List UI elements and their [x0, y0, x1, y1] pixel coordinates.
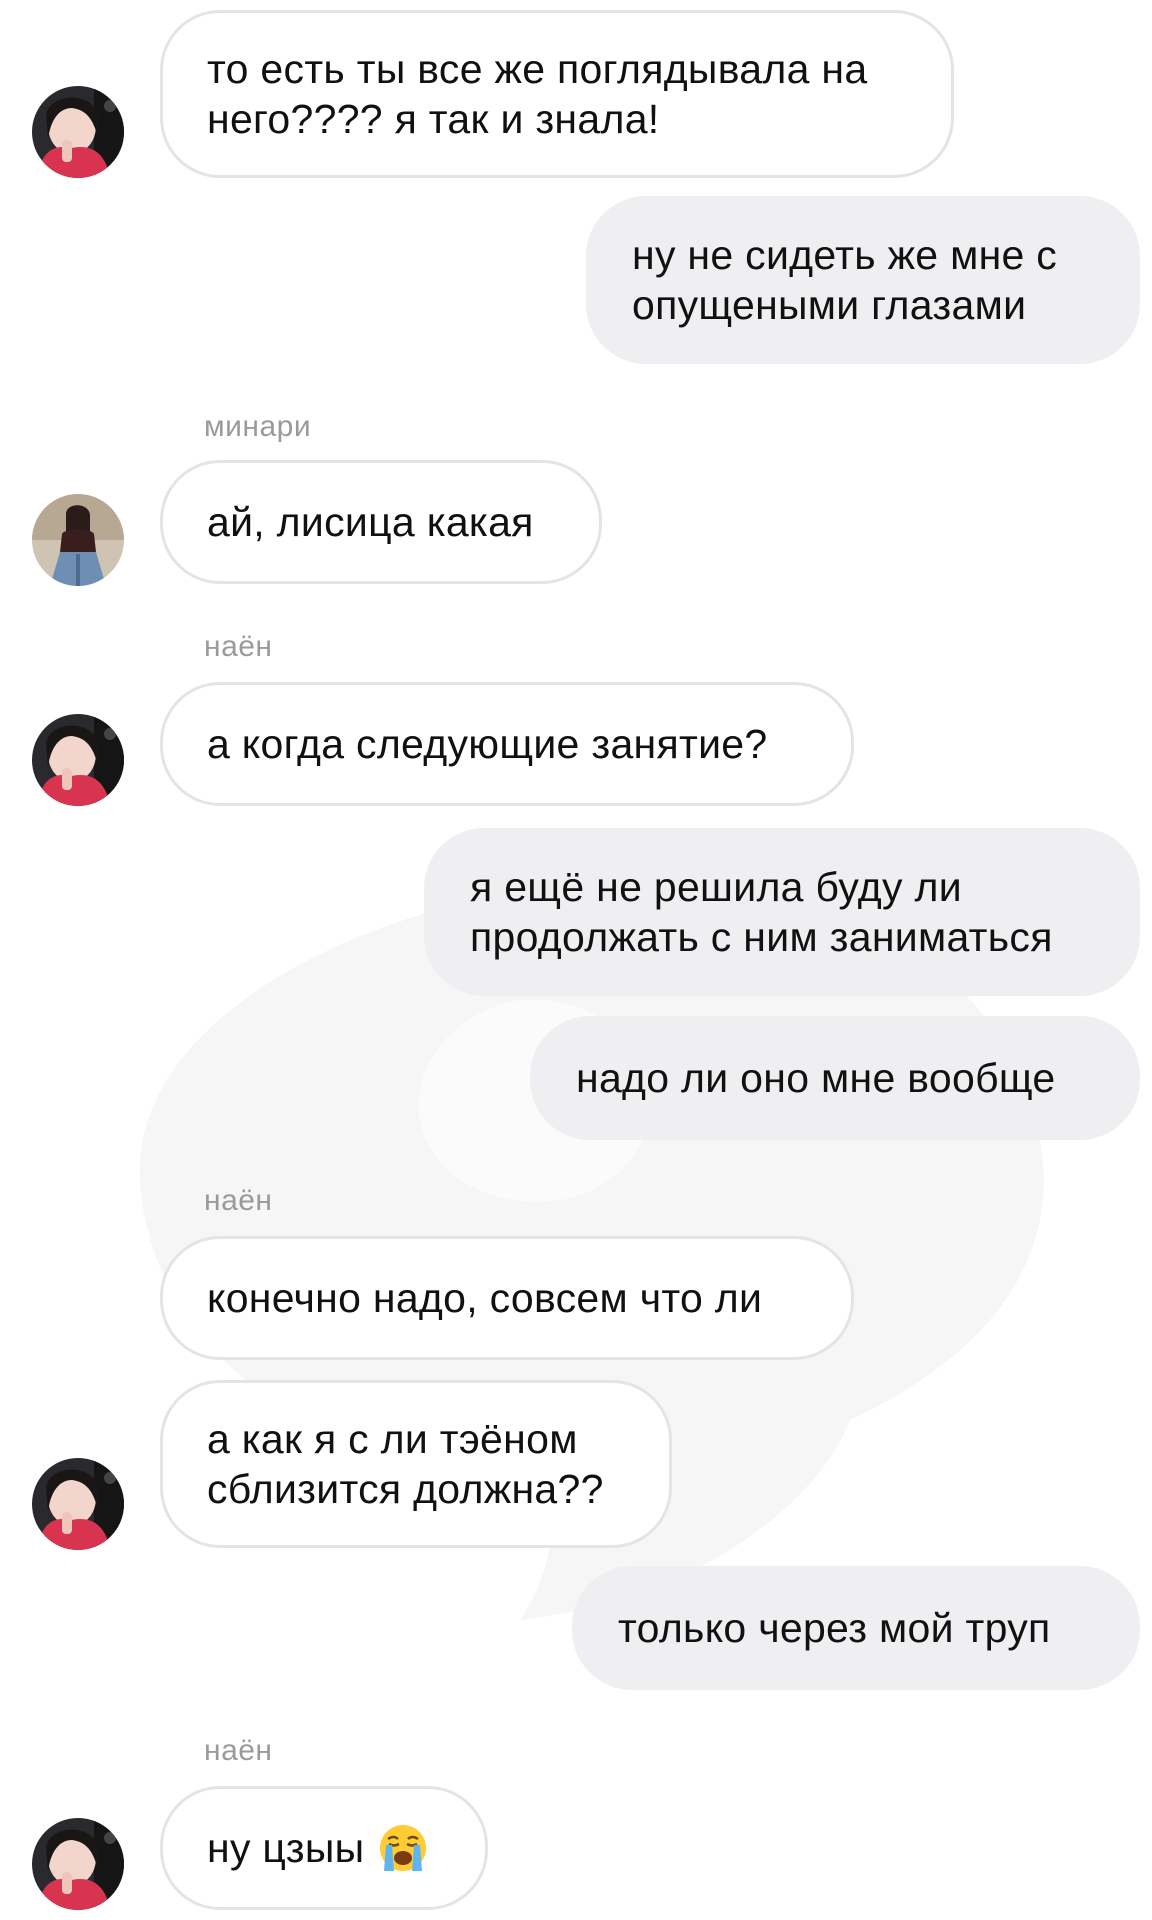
message-text: конечно надо, совсем что ли: [207, 1275, 763, 1321]
message-text: то есть ты все же поглядывала на него???…: [207, 46, 868, 142]
message-bubble-incoming[interactable]: а когда следующие занятие?: [160, 682, 854, 806]
message-bubble-incoming[interactable]: ай, лисица какая: [160, 460, 602, 584]
chat-thread[interactable]: то есть ты все же поглядывала на него???…: [0, 0, 1152, 1920]
sender-name: наён: [204, 1734, 273, 1767]
avatar-nayeon-photo: [32, 714, 124, 806]
message-bubble-incoming[interactable]: ну цзыы: [160, 1786, 488, 1910]
message-bubble-outgoing[interactable]: только через мой труп: [572, 1566, 1140, 1690]
avatar-nayeon[interactable]: [32, 1458, 124, 1550]
avatar-mina[interactable]: [32, 494, 124, 586]
avatar-nayeon[interactable]: [32, 86, 124, 178]
message-text: только через мой труп: [618, 1605, 1051, 1651]
message-bubble-incoming[interactable]: то есть ты все же поглядывала на него???…: [160, 10, 954, 178]
message-text: а как я с ли тэёном сблизится должна??: [207, 1416, 604, 1512]
message-text: надо ли оно мне вообще: [576, 1055, 1056, 1101]
avatar-nayeon[interactable]: [32, 1818, 124, 1910]
sender-name: минари: [204, 410, 312, 443]
avatar-nayeon-photo: [32, 86, 124, 178]
crying-face-icon: [380, 1825, 427, 1871]
message-bubble-incoming[interactable]: а как я с ли тэёном сблизится должна??: [160, 1380, 672, 1548]
sender-name: наён: [204, 1184, 273, 1217]
message-bubble-outgoing[interactable]: я ещё не решила буду ли продолжать с ним…: [424, 828, 1140, 996]
message-text: ай, лисица какая: [207, 499, 534, 545]
message-text: ну не сидеть же мне с опущеными глазами: [632, 232, 1058, 328]
message-text: а когда следующие занятие?: [207, 721, 768, 767]
message-bubble-outgoing[interactable]: ну не сидеть же мне с опущеными глазами: [586, 196, 1140, 364]
message-bubble-outgoing[interactable]: надо ли оно мне вообще: [530, 1016, 1140, 1140]
message-text: я ещё не решила буду ли продолжать с ним…: [470, 864, 1053, 960]
avatar-mina-photo: [32, 494, 124, 586]
avatar-nayeon-photo: [32, 1818, 124, 1910]
avatar-nayeon-photo: [32, 1458, 124, 1550]
message-bubble-incoming[interactable]: конечно надо, совсем что ли: [160, 1236, 854, 1360]
sender-name: наён: [204, 630, 273, 663]
avatar-nayeon[interactable]: [32, 714, 124, 806]
message-text: ну цзыы: [207, 1825, 365, 1871]
